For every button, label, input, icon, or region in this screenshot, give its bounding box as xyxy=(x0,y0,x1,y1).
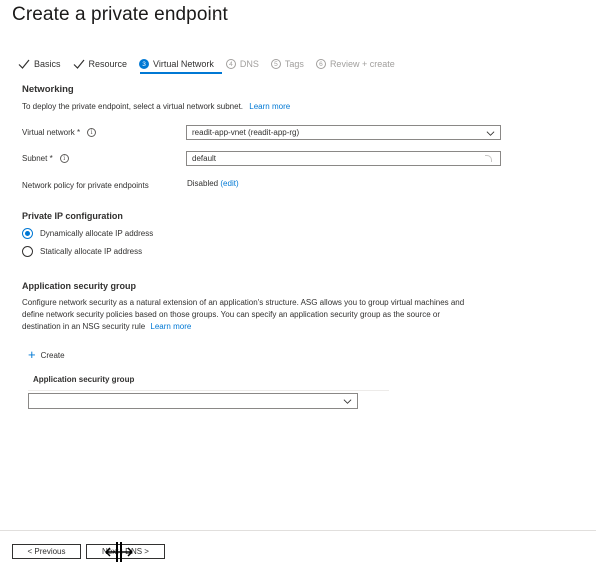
previous-button[interactable]: < Previous xyxy=(12,544,81,559)
tab-dns[interactable]: 4 DNS xyxy=(225,59,259,69)
radio-button-checked[interactable] xyxy=(22,228,33,239)
tab-virtual-network[interactable]: 3 Virtual Network xyxy=(139,59,214,69)
radio-button[interactable] xyxy=(22,246,33,257)
more-options-icon[interactable]: ··· xyxy=(208,8,223,22)
chevron-down-icon xyxy=(486,131,495,136)
network-policy-edit-link[interactable]: (edit) xyxy=(220,179,238,188)
asg-heading: Application security group xyxy=(22,281,137,291)
create-label: Create xyxy=(40,350,65,360)
asg-column-header: Application security group xyxy=(33,375,135,384)
private-ip-heading: Private IP configuration xyxy=(22,211,123,221)
learn-more-link[interactable]: Learn more xyxy=(249,102,290,111)
tab-label: Resource xyxy=(88,59,128,69)
plus-icon: + xyxy=(28,347,36,362)
asg-description-line-3: destination in an NSG security rule Lear… xyxy=(22,322,191,331)
info-icon[interactable]: i xyxy=(59,154,69,163)
networking-heading: Networking xyxy=(22,84,74,95)
tab-label: Basics xyxy=(34,59,61,69)
network-policy-label: Network policy for private endpoints xyxy=(22,181,149,190)
step-number-badge: 4 xyxy=(225,59,236,69)
checkmark-icon xyxy=(18,59,30,69)
info-icon[interactable]: i xyxy=(87,128,97,137)
page-title: Create a private endpoint xyxy=(12,4,228,25)
footer-divider xyxy=(0,530,596,531)
active-tab-indicator xyxy=(140,72,222,74)
tab-review-create[interactable]: 6 Review + create xyxy=(315,59,395,69)
virtual-network-label: Virtual network * i xyxy=(22,128,97,137)
resize-cursor-icon xyxy=(105,542,133,562)
asg-description-text: destination in an NSG security rule xyxy=(22,322,146,331)
create-asg-button[interactable]: + Create xyxy=(28,347,65,362)
asg-dropdown[interactable] xyxy=(28,393,358,409)
checkmark-icon xyxy=(73,59,84,69)
chevron-down-icon xyxy=(343,399,352,404)
tab-label: DNS xyxy=(239,59,259,69)
subnet-value: default xyxy=(192,154,217,163)
step-number-badge: 6 xyxy=(315,59,326,69)
asg-description-line-1: Configure network security as a natural … xyxy=(22,298,465,307)
network-policy-status: Disabled xyxy=(187,179,219,188)
loading-spinner-icon xyxy=(485,155,492,162)
asg-learn-more-link[interactable]: Learn more xyxy=(150,322,191,331)
step-number-badge: 3 xyxy=(139,59,150,69)
subnet-label: Subnet * i xyxy=(22,154,69,163)
tab-tags[interactable]: 5 Tags xyxy=(270,59,304,69)
dynamic-ip-option[interactable]: Dynamically allocate IP address xyxy=(22,228,153,239)
network-policy-value: Disabled (edit) xyxy=(187,179,239,188)
wizard-tabs: Basics Resource 3 Virtual Network 4 DNS … xyxy=(18,56,407,72)
static-ip-option[interactable]: Statically allocate IP address xyxy=(22,246,142,257)
tab-label: Virtual Network xyxy=(153,59,214,69)
step-number-badge: 5 xyxy=(270,59,281,69)
grid-divider xyxy=(28,390,389,391)
networking-description: To deploy the private endpoint, select a… xyxy=(22,102,290,111)
tab-basics[interactable]: Basics xyxy=(18,58,61,70)
subnet-dropdown[interactable]: default xyxy=(186,151,501,166)
virtual-network-dropdown[interactable]: readit-app-vnet (readit-app-rg) xyxy=(186,125,501,140)
virtual-network-value: readit-app-vnet (readit-app-rg) xyxy=(192,128,300,137)
tab-label: Tags xyxy=(284,59,304,69)
asg-description-line-2: define network security policies based o… xyxy=(22,310,441,319)
virtual-network-label-text: Virtual network * xyxy=(22,128,81,137)
networking-description-text: To deploy the private endpoint, select a… xyxy=(22,102,244,111)
subnet-label-text: Subnet * xyxy=(22,154,53,163)
static-ip-label: Statically allocate IP address xyxy=(40,247,143,256)
tab-label: Review + create xyxy=(329,59,395,69)
dynamic-ip-label: Dynamically allocate IP address xyxy=(40,229,154,238)
tab-resource[interactable]: Resource xyxy=(73,58,128,70)
